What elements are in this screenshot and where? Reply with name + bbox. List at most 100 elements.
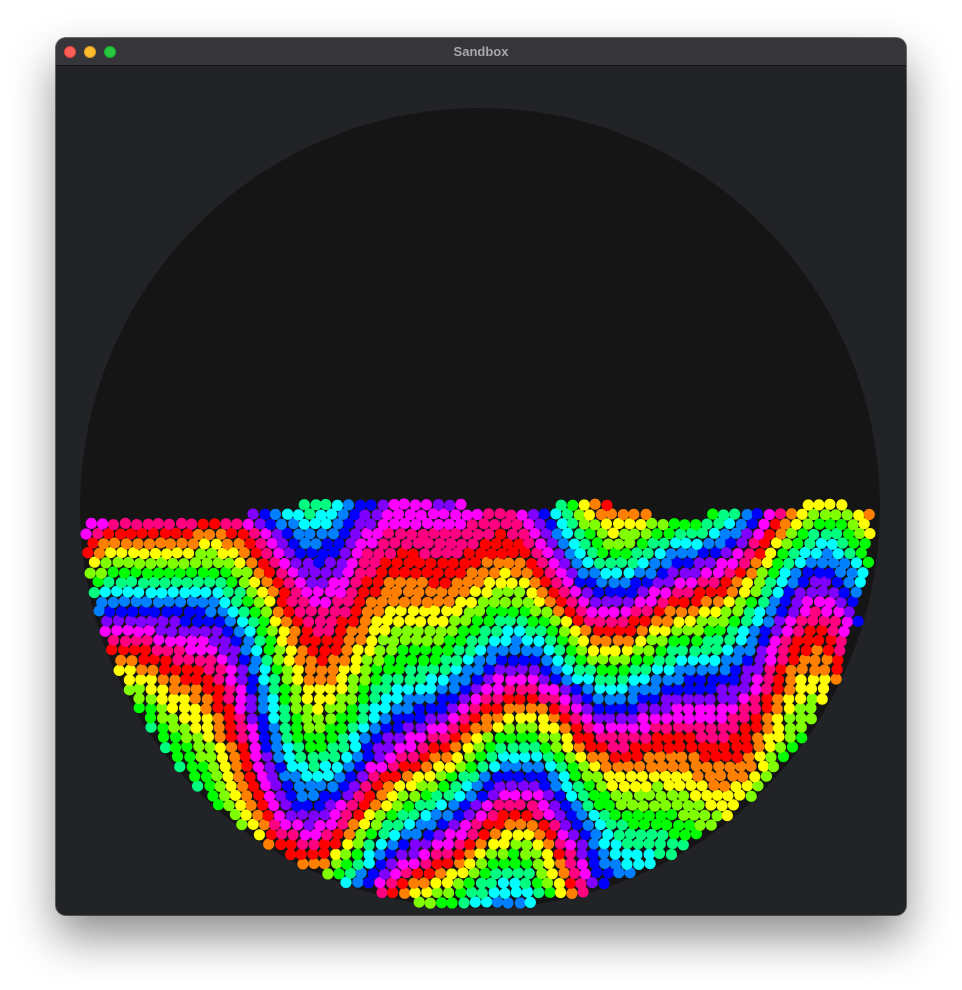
particle: [283, 655, 295, 667]
particle: [738, 702, 750, 715]
particle: [570, 713, 582, 725]
particle: [495, 577, 507, 589]
particle: [564, 654, 576, 666]
particle: [417, 742, 429, 754]
particle: [249, 606, 261, 618]
particle: [135, 616, 147, 628]
simulation-canvas[interactable]: [56, 66, 906, 915]
particle: [749, 771, 761, 783]
particle: [186, 518, 198, 530]
particle: [633, 858, 645, 871]
particle: [808, 528, 820, 541]
particle: [516, 615, 528, 627]
particle: [402, 770, 414, 782]
particle: [305, 780, 317, 792]
particle: [537, 799, 549, 811]
particle: [621, 837, 634, 850]
particle: [537, 713, 550, 725]
particle: [207, 761, 220, 773]
particle: [436, 693, 448, 705]
particle: [536, 557, 548, 569]
particle: [684, 819, 696, 831]
particle: [581, 587, 593, 599]
particle: [661, 615, 674, 628]
particle: [388, 566, 400, 578]
particle: [328, 577, 340, 589]
particle: [703, 537, 715, 550]
particle: [515, 674, 527, 686]
particle: [294, 606, 306, 618]
particle: [314, 819, 326, 832]
particle: [409, 499, 421, 511]
particle: [788, 547, 800, 559]
particle: [567, 499, 579, 511]
particle: [731, 751, 743, 764]
particle: [576, 839, 588, 851]
title-bar[interactable]: Sandbox: [56, 38, 906, 66]
particle: [279, 722, 291, 734]
particle: [627, 713, 639, 725]
particle: [763, 616, 775, 628]
particle: [637, 712, 649, 725]
particle: [635, 635, 647, 647]
particle: [802, 499, 814, 511]
particle: [170, 664, 182, 676]
particle: [639, 615, 651, 627]
particle: [265, 518, 277, 531]
particle: [201, 712, 213, 725]
particle: [811, 644, 823, 656]
particle: [337, 732, 349, 744]
particle: [200, 586, 212, 598]
particle: [674, 664, 686, 676]
particle: [307, 848, 319, 860]
particle: [507, 742, 519, 754]
particle: [488, 838, 500, 850]
particle: [728, 615, 741, 628]
particle: [802, 518, 814, 530]
particle: [827, 625, 839, 637]
particle: [621, 790, 633, 802]
particle: [220, 518, 232, 530]
particle: [474, 654, 486, 667]
particle: [850, 557, 863, 569]
particle: [335, 711, 347, 724]
particle: [247, 508, 259, 520]
particle: [374, 848, 386, 861]
particle: [541, 606, 553, 618]
particle: [762, 723, 774, 735]
particle: [96, 596, 108, 609]
particle: [704, 625, 716, 637]
particle: [494, 615, 506, 627]
particle: [364, 809, 376, 821]
particle: [333, 537, 345, 549]
particle: [407, 751, 419, 763]
particle: [137, 577, 150, 589]
particle: [283, 751, 296, 763]
particle: [506, 577, 518, 589]
particle: [239, 750, 251, 762]
particle: [580, 624, 592, 636]
particle: [413, 586, 425, 599]
particle: [279, 557, 291, 570]
particle: [290, 557, 302, 569]
particle: [777, 644, 789, 656]
particle: [850, 586, 862, 598]
particle: [425, 713, 437, 725]
particle: [275, 790, 287, 802]
particle: [750, 683, 762, 696]
particle: [521, 761, 534, 773]
particle: [436, 702, 448, 715]
particle: [116, 606, 128, 618]
particle: [377, 538, 390, 550]
particle: [442, 857, 454, 869]
particle: [718, 780, 731, 792]
particle: [235, 693, 247, 705]
particle: [643, 810, 655, 822]
particle: [638, 673, 650, 685]
particle: [742, 654, 754, 667]
particle: [153, 634, 165, 646]
particle: [657, 829, 669, 841]
particle: [180, 732, 193, 744]
particle: [652, 780, 664, 793]
particle: [197, 760, 209, 773]
